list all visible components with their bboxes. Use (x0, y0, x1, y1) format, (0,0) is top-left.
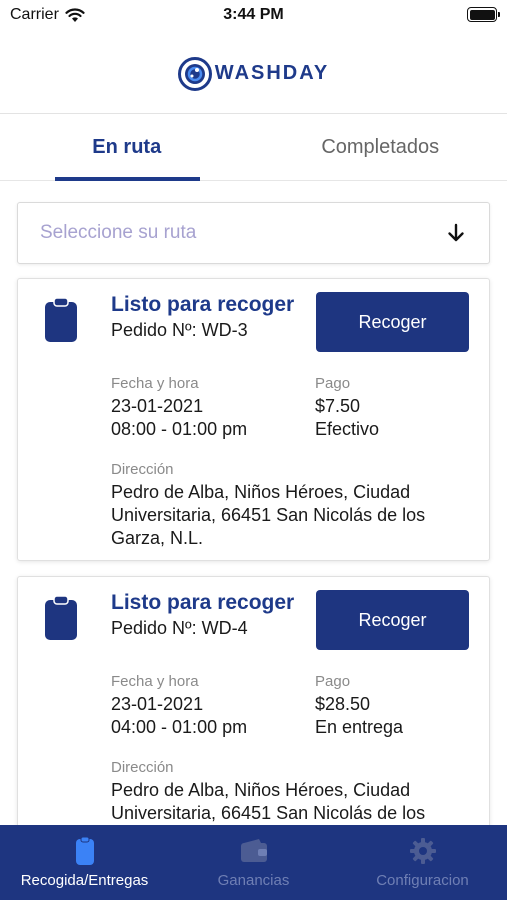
payment-label: Pago (315, 375, 351, 392)
order-time-range: 04:00 - 01:00 pm (111, 717, 248, 737)
order-card: Listo para recoger Pedido Nº: WD-3 Recog… (17, 278, 490, 561)
tab-completados[interactable]: Completados (254, 115, 507, 180)
route-dropdown[interactable]: Seleccione su ruta (17, 202, 490, 264)
washday-logo: WASHDAY (177, 56, 330, 91)
address-label: Dirección (111, 759, 174, 776)
nav-label: Recogida/Entregas (20, 872, 149, 889)
order-status: Listo para recoger (111, 293, 295, 316)
tab-en-ruta[interactable]: En ruta (0, 115, 254, 181)
payment-method: Efectivo (315, 419, 380, 439)
arrow-down-icon (448, 223, 464, 242)
order-date: 23-01-2021 (111, 694, 204, 714)
tab-label: En ruta (92, 136, 162, 158)
order-address: Pedro de Alba, Niños Héroes, Ciudad Univ… (111, 482, 426, 548)
route-dropdown-placeholder: Seleccione su ruta (40, 222, 197, 243)
payment-amount: $28.50 (315, 694, 371, 714)
order-date: 23-01-2021 (111, 396, 204, 416)
order-card: Listo para recoger Pedido Nº: WD-4 Recog… (17, 576, 490, 846)
wallet-icon (240, 839, 267, 862)
clipboard-icon (45, 297, 77, 342)
payment-method: En entrega (315, 717, 404, 737)
datetime-label: Fecha y hora (111, 673, 199, 690)
battery-icon (467, 7, 500, 22)
recoger-button[interactable]: Recoger (316, 292, 469, 352)
nav-label: Ganancias (217, 872, 290, 889)
nav-ganancias[interactable]: Ganancias (169, 825, 338, 900)
address-label: Dirección (111, 461, 174, 478)
logo-text: WASHDAY (214, 62, 330, 84)
tab-label: Completados (321, 136, 440, 158)
clipboard-icon (45, 595, 77, 640)
order-status: Listo para recoger (111, 591, 295, 614)
status-time: 3:44 PM (223, 6, 284, 23)
order-number: Pedido Nº: WD-4 (111, 618, 248, 638)
nav-configuracion[interactable]: Configuracion (338, 825, 507, 900)
tab-bar: En ruta Completados (0, 115, 507, 181)
order-time-range: 08:00 - 01:00 pm (111, 419, 248, 439)
washday-logo-icon (177, 56, 212, 91)
recoger-button[interactable]: Recoger (316, 590, 469, 650)
bottom-nav: Recogida/Entregas Ganancias Configuracio… (0, 825, 507, 900)
nav-recogida-entregas[interactable]: Recogida/Entregas (0, 825, 169, 900)
order-number: Pedido Nº: WD-3 (111, 320, 248, 340)
payment-label: Pago (315, 673, 351, 690)
status-bar: Carrier 3:44 PM (0, 0, 507, 32)
clipboard-icon (75, 836, 94, 865)
nav-label: Configuracion (376, 872, 469, 889)
app-header: WASHDAY (0, 32, 507, 114)
gear-icon (409, 838, 436, 864)
datetime-label: Fecha y hora (111, 375, 199, 392)
payment-amount: $7.50 (315, 396, 361, 416)
